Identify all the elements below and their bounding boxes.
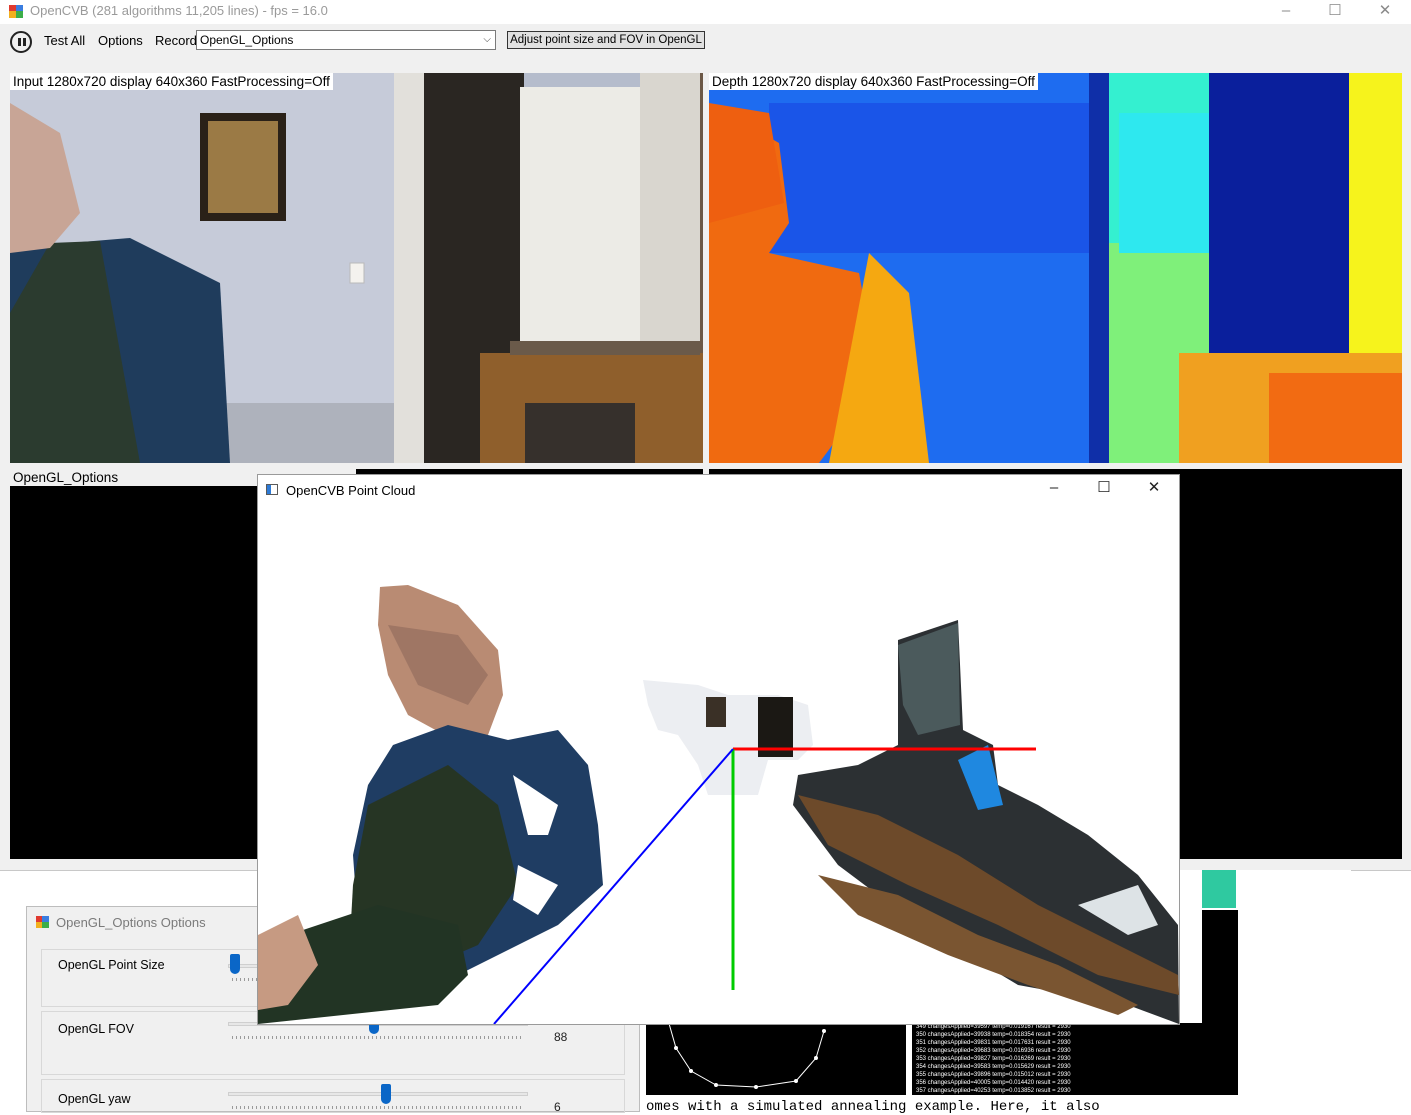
input-camera-image [10,73,703,463]
input-image-panel: Input 1280x720 display 640x360 FastProce… [10,73,703,463]
depth-colormap-image [709,73,1402,463]
console-line: 350 changesApplied=39938 temp=0.018354 r… [916,1032,1071,1038]
console-line: 354 changesApplied=39583 temp=0.015629 r… [916,1064,1071,1070]
slider-label: OpenGL FOV [58,1022,134,1036]
opengl-window-icon [266,484,278,495]
adjust-opengl-button[interactable]: Adjust point size and FOV in OpenGL [507,31,705,49]
slider-ticks [232,1036,524,1039]
console-line: 355 changesApplied=39896 temp=0.015012 r… [916,1072,1071,1078]
depth-image-panel: Depth 1280x720 display 640x360 FastProce… [709,73,1402,463]
slider-ticks [232,1106,524,1109]
slider-track[interactable] [228,1092,528,1096]
point-cloud-window: OpenCVB Point Cloud – ☐ ✕ [257,474,1180,1025]
slider-label: OpenGL Point Size [58,958,165,972]
maximize-button[interactable]: ☐ [1081,477,1127,501]
window-title: OpenCVB (281 algorithms 11,205 lines) - … [30,3,328,18]
pause-icon[interactable] [10,31,32,53]
annealing-path-graph [665,1012,826,1089]
options-button[interactable]: Options [98,33,143,48]
maximize-button[interactable]: ☐ [1312,0,1358,24]
main-titlebar: OpenCVB (281 algorithms 11,205 lines) - … [0,0,1411,24]
console-line: 356 changesApplied=40005 temp=0.014420 r… [916,1080,1071,1086]
point-cloud-canvas[interactable] [258,505,1179,1024]
console-line: 351 changesApplied=39831 temp=0.017631 r… [916,1040,1071,1046]
toolbar: Test All Options Record OpenGL_Options ⌵… [0,26,1411,56]
chevron-down-icon[interactable]: ⌵ [483,31,491,49]
point-size-slider-thumb[interactable] [230,954,240,974]
console-line: 353 changesApplied=39827 temp=0.016269 r… [916,1056,1071,1062]
background-thumbnail [1202,870,1236,908]
close-button[interactable]: ✕ [1131,477,1177,501]
yaw-slider-thumb[interactable] [381,1084,391,1104]
algorithm-select-value: OpenGL_Options [200,33,294,47]
close-button[interactable]: ✕ [1362,0,1408,24]
record-button[interactable]: Record [155,33,197,48]
console-line: 357 changesApplied=40253 temp=0.013852 r… [916,1088,1071,1094]
minimize-button[interactable]: – [1263,0,1309,24]
point-cloud-title: OpenCVB Point Cloud [286,483,416,498]
options-window-title: OpenGL_Options Options [56,915,206,930]
test-all-button[interactable]: Test All [44,33,85,48]
minimize-button[interactable]: – [1031,477,1077,501]
console-line: 352 changesApplied=39683 temp=0.016936 r… [916,1048,1071,1054]
slider-value: 88 [554,1030,568,1044]
input-panel-label: Input 1280x720 display 640x360 FastProce… [10,73,333,90]
annealing-graph [646,1012,906,1095]
opencvb-app-icon [9,5,23,18]
background-document-text: omes with a simulated annealing example.… [646,1099,1100,1115]
opencvb-app-icon [36,915,49,928]
depth-panel-label: Depth 1280x720 display 640x360 FastProce… [709,73,1038,90]
slider-label: OpenGL yaw [58,1092,131,1106]
algorithm-select[interactable]: OpenGL_Options ⌵ [196,30,496,50]
annealing-console: 349 changesApplied=39597 temp=0.019167 r… [912,1023,1238,1095]
slider-group-yaw: OpenGL yaw 6 [41,1079,625,1114]
